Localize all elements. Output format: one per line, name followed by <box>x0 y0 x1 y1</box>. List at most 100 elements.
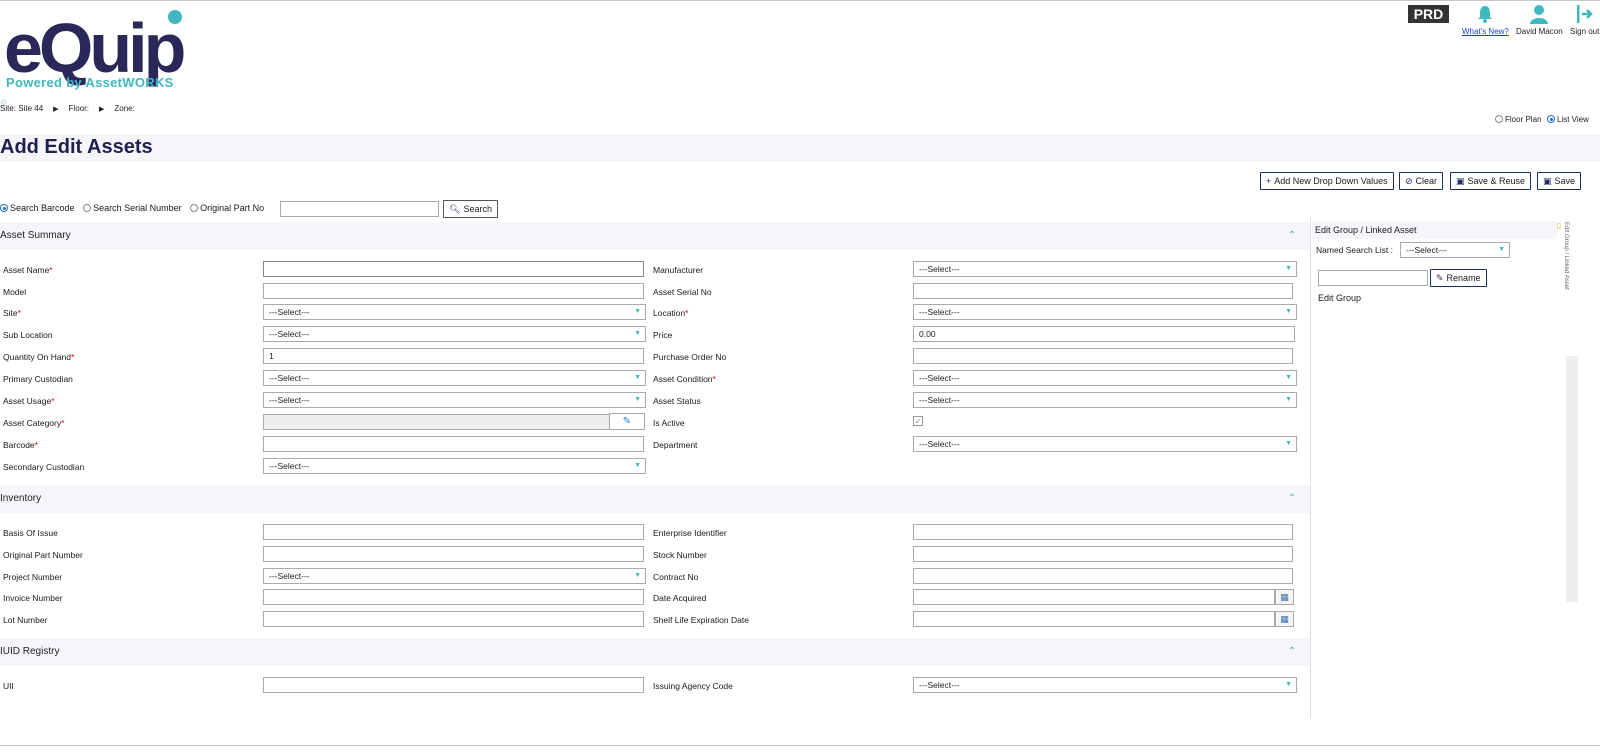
list-view-option[interactable]: List View <box>1547 115 1589 124</box>
ban-icon: ⊘ <box>1405 176 1413 186</box>
chevron-down-icon: ▼ <box>1498 246 1505 253</box>
equip-logo[interactable]: eQuip Powered by AssetWORKS <box>4 8 234 93</box>
breadcrumb-site[interactable]: Site: Site 44 <box>0 104 43 113</box>
chevron-up-icon[interactable]: ⌃ <box>1288 638 1296 666</box>
site-select[interactable]: ---Select--- ▼ <box>263 304 646 320</box>
save-button[interactable]: ▣ Save <box>1537 172 1582 190</box>
secondary-custodian-select[interactable]: ---Select--- ▼ <box>263 458 646 474</box>
asset-status-select[interactable]: ---Select--- ▼ <box>913 392 1297 408</box>
barcode-field[interactable] <box>263 436 644 452</box>
contract-no-label: Contract No <box>653 572 699 582</box>
shelf-life-field[interactable] <box>913 611 1275 627</box>
breadcrumb-zone[interactable]: Zone: <box>114 104 134 113</box>
invoice-number-field[interactable] <box>263 589 644 605</box>
asset-summary-header[interactable]: Asset Summary ⌃ <box>0 222 1310 250</box>
date-acquired-label: Date Acquired <box>653 593 707 603</box>
quantity-field[interactable]: 1 <box>263 348 644 364</box>
manufacturer-label: Manufacturer <box>653 265 704 275</box>
date-acquired-field[interactable] <box>913 589 1275 605</box>
top-border <box>0 0 1600 1</box>
logo-tagline: Powered by AssetWORKS <box>6 75 174 90</box>
asset-usage-select[interactable]: ---Select--- ▼ <box>263 392 646 408</box>
primary-custodian-label: Primary Custodian <box>3 374 73 384</box>
project-number-select[interactable]: ---Select--- ▼ <box>263 568 646 584</box>
asset-condition-select[interactable]: ---Select--- ▼ <box>913 370 1297 386</box>
asset-status-label: Asset Status <box>653 396 701 406</box>
sub-location-select[interactable]: ---Select--- ▼ <box>263 326 646 342</box>
asset-name-field[interactable] <box>263 261 644 277</box>
rename-button[interactable]: ✎ Rename <box>1430 269 1487 287</box>
issuing-agency-select[interactable]: ---Select--- ▼ <box>913 677 1297 693</box>
asset-summary-title: Asset Summary <box>0 230 71 241</box>
basis-of-issue-field[interactable] <box>263 524 644 540</box>
environment-badge: PRD <box>1408 5 1449 23</box>
search-part-radio[interactable] <box>190 204 199 212</box>
title-bar <box>0 134 1600 162</box>
purchase-order-field[interactable] <box>913 348 1293 364</box>
asset-condition-label: Asset Condition* <box>653 374 716 384</box>
search-barcode-radio[interactable] <box>0 204 8 212</box>
asset-category-label: Asset Category* <box>3 418 65 428</box>
purchase-order-label: Purchase Order No <box>653 352 727 362</box>
right-panel-scrollbar[interactable] <box>1566 356 1578 602</box>
named-search-select[interactable]: ---Select--- ▼ <box>1400 242 1510 258</box>
invoice-number-label: Invoice Number <box>3 593 63 603</box>
primary-custodian-select[interactable]: ---Select--- ▼ <box>263 370 646 386</box>
chevron-down-icon: ▼ <box>1285 308 1292 315</box>
bell-icon <box>1478 6 1493 23</box>
contract-no-field[interactable] <box>913 568 1293 584</box>
right-panel-tab-label: Edit Group / Linked Asset <box>1563 222 1569 290</box>
search-part-label[interactable]: Original Part No <box>200 203 264 213</box>
floor-plan-option[interactable]: Floor Plan <box>1495 115 1541 124</box>
breadcrumb-floor[interactable]: Floor: <box>69 104 89 113</box>
site-value: ---Select--- <box>269 307 310 317</box>
clear-label: Clear <box>1415 176 1438 186</box>
stock-number-field[interactable] <box>913 546 1293 562</box>
inventory-header[interactable]: Inventory ⌃ <box>0 485 1310 513</box>
calendar-icon[interactable]: ▦ <box>1275 611 1294 627</box>
is-active-label: Is Active <box>653 418 685 428</box>
manufacturer-select[interactable]: ---Select--- ▼ <box>913 261 1297 277</box>
floor-plan-radio[interactable] <box>1495 115 1503 123</box>
search-serial-radio[interactable] <box>83 204 92 212</box>
sign-out-button[interactable]: Sign out <box>1570 4 1599 36</box>
enterprise-identifier-label: Enterprise Identifier <box>653 528 727 538</box>
right-panel-tab[interactable]: ▯ Edit Group / Linked Asset <box>1557 218 1577 308</box>
department-select[interactable]: ---Select--- ▼ <box>913 436 1297 452</box>
sign-out-icon <box>1576 5 1593 23</box>
info-icon: ▯ <box>1557 223 1561 230</box>
user-profile[interactable]: David Macon <box>1516 4 1563 36</box>
original-part-number-field[interactable] <box>263 546 644 562</box>
asset-category-field[interactable] <box>263 414 610 430</box>
list-view-radio[interactable] <box>1547 115 1555 123</box>
whats-new-link[interactable]: What's New? <box>1462 4 1509 36</box>
iuid-header[interactable]: IUID Registry ⌃ <box>0 638 1310 666</box>
model-field[interactable] <box>263 283 644 299</box>
price-label: Price <box>653 330 673 340</box>
asset-serial-field[interactable] <box>913 283 1293 299</box>
chevron-up-icon[interactable]: ⌃ <box>1288 222 1296 250</box>
search-button[interactable]: 🔍︎ Search <box>443 200 498 218</box>
clear-button[interactable]: ⊘ Clear <box>1399 172 1444 190</box>
department-label: Department <box>653 440 698 450</box>
group-name-field[interactable] <box>1318 270 1428 286</box>
calendar-icon[interactable]: ▦ <box>1275 589 1294 605</box>
search-barcode-label[interactable]: Search Barcode <box>10 203 75 213</box>
save-reuse-button[interactable]: ▣ Save & Reuse <box>1450 172 1532 190</box>
project-number-value: ---Select--- <box>269 571 310 581</box>
price-field[interactable]: 0.00 <box>913 326 1295 342</box>
is-active-checkbox[interactable]: ✓ <box>913 416 923 426</box>
asset-usage-label: Asset Usage* <box>3 396 55 406</box>
whats-new-label[interactable]: What's New? <box>1462 27 1509 36</box>
add-dropdown-values-button[interactable]: + Add New Drop Down Values <box>1260 172 1394 190</box>
search-input[interactable] <box>280 201 439 217</box>
issuing-agency-value: ---Select--- <box>919 680 960 690</box>
lot-number-field[interactable] <box>263 611 644 627</box>
search-serial-label[interactable]: Search Serial Number <box>93 203 182 213</box>
uii-field[interactable] <box>263 677 644 693</box>
chevron-up-icon[interactable]: ⌃ <box>1288 485 1296 513</box>
enterprise-identifier-field[interactable] <box>913 524 1293 540</box>
location-label: Location* <box>653 308 689 318</box>
edit-category-button[interactable]: ✎ <box>609 413 645 430</box>
location-select[interactable]: ---Select--- ▼ <box>913 304 1297 320</box>
